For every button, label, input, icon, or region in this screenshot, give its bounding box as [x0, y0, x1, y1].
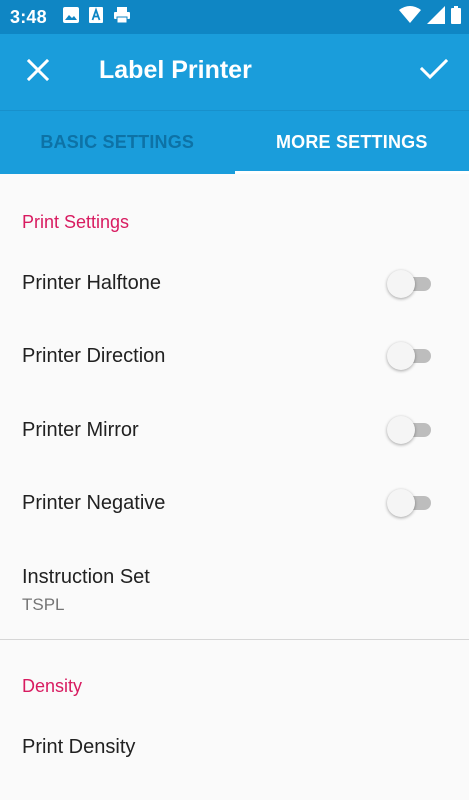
direction-switch[interactable]: [387, 342, 433, 370]
close-icon: [26, 58, 50, 86]
pref-label: Instruction Set: [22, 566, 150, 588]
close-button[interactable]: [24, 58, 52, 86]
tab-more-settings[interactable]: MORE SETTINGS: [234, 111, 469, 174]
pref-label: Printer Halftone: [22, 272, 161, 294]
wifi-icon: [399, 5, 421, 29]
section-header-density: Density: [22, 676, 83, 696]
check-icon: [419, 58, 449, 85]
text-a-icon: [88, 6, 103, 28]
switch-thumb: [387, 416, 415, 444]
pref-label: Print Density: [22, 736, 136, 758]
pref-printer-direction[interactable]: Printer Direction: [0, 320, 469, 394]
status-left-icons: [62, 6, 131, 29]
tab-label: BASIC SETTINGS: [40, 132, 195, 152]
switch-thumb: [387, 342, 415, 370]
printer-icon: [113, 6, 131, 29]
image-icon: [62, 6, 79, 28]
pref-printer-negative[interactable]: Printer Negative: [0, 468, 469, 540]
switch-thumb: [387, 489, 415, 517]
pref-print-density[interactable]: Print Density: [0, 714, 469, 788]
tab-basic-settings[interactable]: BASIC SETTINGS: [0, 111, 235, 174]
pref-printer-mirror[interactable]: Printer Mirror: [0, 394, 469, 468]
pref-instruction-set[interactable]: Instruction Set TSPL: [0, 540, 469, 638]
battery-icon: [451, 5, 461, 29]
page-title: Label Printer: [99, 56, 252, 84]
confirm-button[interactable]: [419, 56, 449, 86]
switch-thumb: [387, 270, 415, 298]
app-bar: Label Printer: [0, 34, 469, 110]
pref-label: Printer Mirror: [22, 419, 139, 441]
section-header-print-settings: Print Settings: [22, 212, 130, 232]
pref-printer-halftone[interactable]: Printer Halftone: [0, 248, 469, 320]
status-right-icons: [399, 5, 461, 29]
status-bar: 3:48: [0, 0, 469, 34]
tab-label: MORE SETTINGS: [275, 132, 428, 152]
pref-label: Printer Direction: [22, 345, 166, 367]
settings-list: Print Settings Printer Halftone Printer …: [0, 174, 469, 800]
halftone-switch[interactable]: [387, 270, 433, 298]
negative-switch[interactable]: [387, 489, 433, 517]
section-divider: [0, 639, 469, 640]
signal-icon: [427, 5, 445, 29]
status-time: 3:48: [10, 6, 47, 27]
pref-label: Printer Negative: [22, 492, 166, 514]
mirror-switch[interactable]: [387, 416, 433, 444]
pref-summary: TSPL: [22, 595, 65, 614]
settings-tabs: BASIC SETTINGS MORE SETTINGS: [0, 110, 469, 174]
